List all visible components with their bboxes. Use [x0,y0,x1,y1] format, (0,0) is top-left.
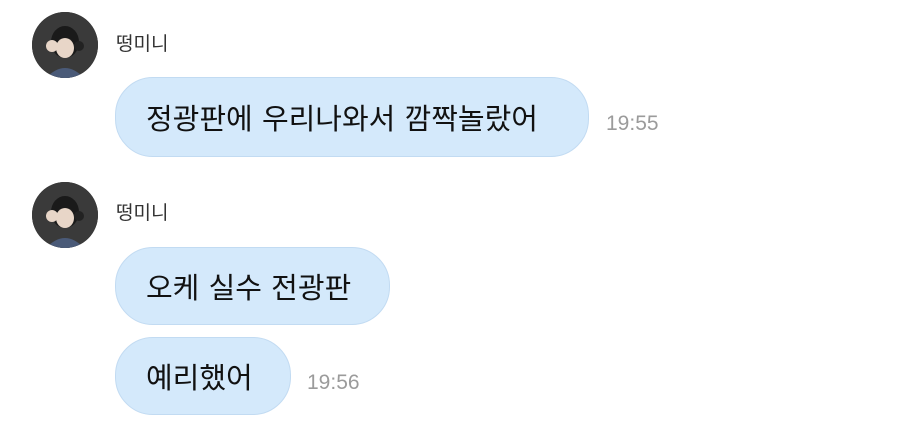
message-bubble[interactable]: 정광판에 우리나와서 깜짝놀랐어 [115,77,589,157]
message-time: 19:55 [606,112,659,135]
message-bubble[interactable]: 오케 실수 전광판 [115,247,390,325]
sender-name: 떵미니 [116,202,169,224]
avatar[interactable] [32,182,98,248]
message-bubble[interactable]: 예리했어 [115,337,291,415]
avatar[interactable] [32,12,98,78]
message-time: 19:56 [307,371,360,394]
sender-name: 떵미니 [116,33,169,55]
